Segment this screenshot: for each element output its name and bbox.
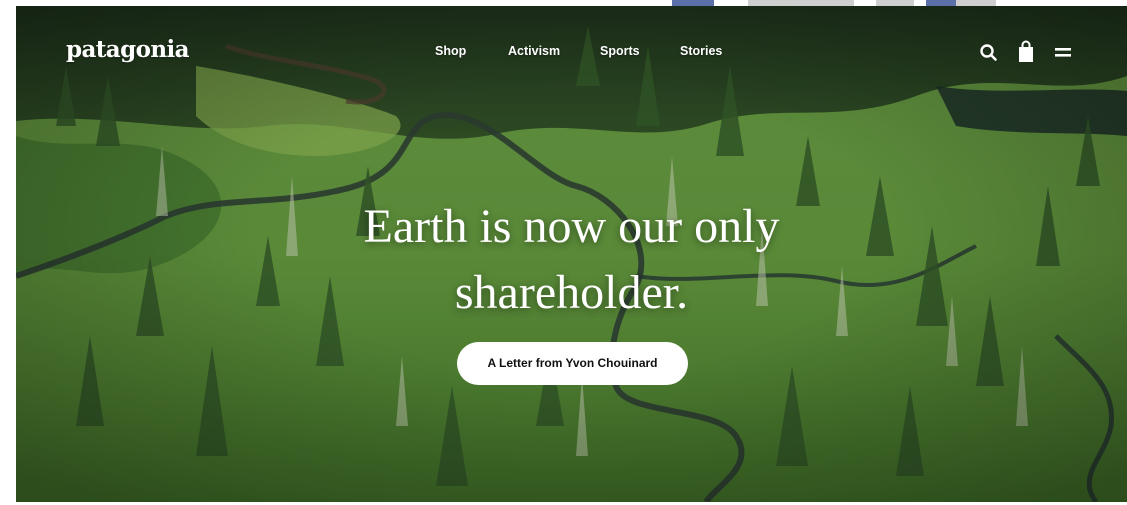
hero-headline-line-1: Earth is now our only bbox=[363, 200, 780, 253]
shopping-bag-icon[interactable] bbox=[1013, 40, 1039, 64]
letter-from-yvon-button[interactable]: A Letter from Yvon Chouinard bbox=[457, 342, 688, 385]
nav-item-sports[interactable]: Sports bbox=[600, 44, 640, 58]
patagonia-logo[interactable]: patagonia bbox=[66, 36, 190, 63]
hero-section: patagonia Shop Activism Sports Stories E… bbox=[16, 6, 1127, 502]
nav-item-shop[interactable]: Shop bbox=[435, 44, 466, 58]
site-header: patagonia Shop Activism Sports Stories bbox=[16, 6, 1127, 101]
search-icon[interactable] bbox=[976, 40, 1002, 64]
nav-item-activism[interactable]: Activism bbox=[508, 44, 560, 58]
nav-item-stories[interactable]: Stories bbox=[680, 44, 722, 58]
menu-icon[interactable] bbox=[1050, 40, 1076, 64]
hero-headline-line-2: shareholder. bbox=[454, 266, 689, 319]
